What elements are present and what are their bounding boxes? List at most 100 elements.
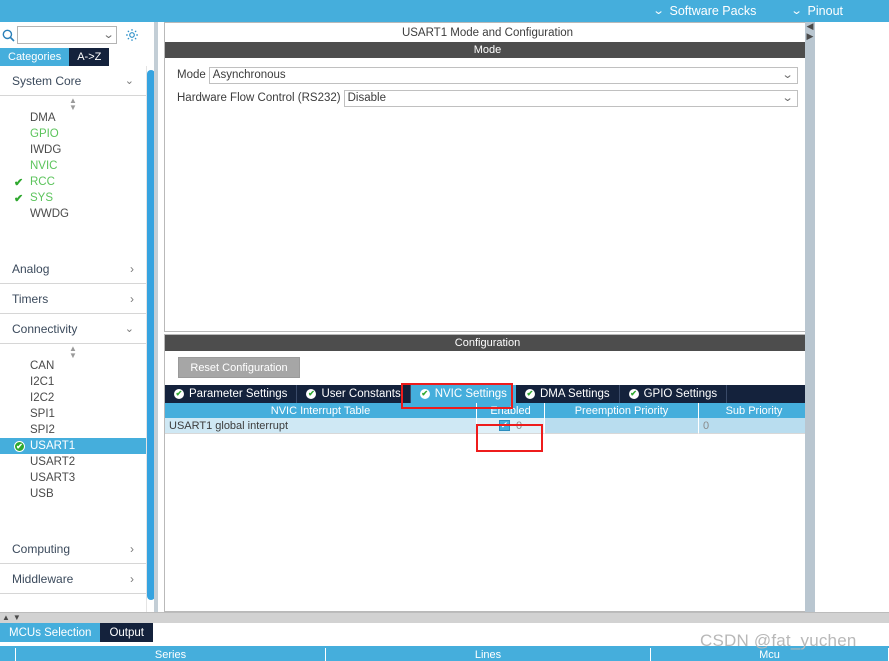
sidebar-group-middleware[interactable]: Middleware ›	[0, 564, 146, 594]
tab-label: DMA Settings	[539, 388, 610, 400]
column-header-sub-priority[interactable]: Sub Priority	[699, 403, 810, 418]
sidebar-group-computing[interactable]: Computing ›	[0, 534, 146, 564]
reset-configuration-button[interactable]: Reset Configuration	[178, 357, 300, 378]
sidebar-item-gpio[interactable]: GPIO	[0, 126, 146, 142]
search-icon	[0, 22, 17, 48]
sidebar-group-system-core-items: ▲ ▼ DMA GPIO IWDG NVIC ✔ RCC ✔ SYS WWDG	[0, 96, 146, 254]
sidebar-item-label: SPI2	[30, 424, 55, 436]
scroll-down-icon[interactable]: ▼	[13, 614, 21, 622]
sidebar-group-analog[interactable]: Analog ›	[0, 254, 146, 284]
mode-select[interactable]: Asynchronous ⌄	[208, 66, 798, 84]
scroll-up-icon[interactable]: ▲	[2, 614, 10, 622]
software-packs-menu[interactable]: ⌄ Software Packs	[636, 0, 774, 22]
sidebar-group-label: Computing	[12, 541, 71, 556]
chevron-down-icon[interactable]: ⌄	[781, 91, 793, 104]
sidebar-item-spi2[interactable]: SPI2	[0, 422, 146, 438]
chevron-right-icon: ›	[130, 291, 134, 306]
sidebar-tabs-filler	[109, 48, 158, 66]
sidebar-item-label: I2C2	[30, 392, 55, 404]
sidebar-scrollbar[interactable]	[146, 66, 155, 612]
tab-nvic-settings[interactable]: ✔ NVIC Settings	[410, 385, 516, 403]
chevron-down-icon[interactable]: ⌄	[781, 68, 793, 81]
nvic-interrupt-table: NVIC Interrupt Table Enabled Preemption …	[165, 403, 810, 434]
check-icon: ✔	[14, 176, 24, 189]
enabled-checkbox[interactable]: ✔	[498, 420, 510, 431]
gear-icon[interactable]	[125, 28, 139, 42]
sidebar-group-connectivity[interactable]: Connectivity ⌄	[0, 314, 146, 344]
mode-label: Mode	[177, 69, 206, 81]
flow-control-select[interactable]: Disable ⌄	[343, 89, 798, 107]
column-header-interrupt-table[interactable]: NVIC Interrupt Table	[165, 403, 477, 418]
interrupt-name-cell: USART1 global interrupt	[165, 418, 477, 434]
collapse-left-icon[interactable]: ◀	[805, 21, 815, 31]
tab-categories-label: Categories	[8, 51, 62, 63]
sidebar-item-usart1[interactable]: ✔ USART1	[0, 438, 146, 454]
tab-gpio-settings[interactable]: ✔ GPIO Settings	[619, 385, 728, 403]
preemption-priority-cell[interactable]	[545, 418, 699, 434]
column-header-series[interactable]: Series	[16, 648, 326, 661]
sidebar-item-label: USART1	[30, 440, 76, 452]
category-list: System Core ⌄ ▲ ▼ DMA GPIO IWDG NVIC ✔ R…	[0, 66, 146, 612]
column-header-lines[interactable]: Lines	[326, 648, 651, 661]
tab-categories[interactable]: Categories	[0, 48, 70, 66]
right-splitter[interactable]: ◀ ▶	[805, 21, 815, 612]
mode-panel: USART1 Mode and Configuration Mode Mode …	[164, 22, 811, 332]
tab-mcus-selection[interactable]: MCUs Selection	[0, 623, 101, 642]
sidebar-item-label: SYS	[30, 192, 54, 204]
sidebar-item-usb[interactable]: USB	[0, 486, 146, 502]
search-combobox[interactable]: ⌄	[17, 26, 117, 44]
chevron-down-icon: ⌄	[790, 4, 804, 17]
bottom-tabs: MCUs Selection Output	[0, 623, 889, 642]
column-header-mcu[interactable]: Mcu	[651, 648, 889, 661]
tab-dma-settings[interactable]: ✔ DMA Settings	[515, 385, 620, 403]
sidebar-group-system-core[interactable]: System Core ⌄	[0, 66, 146, 96]
enabled-cell[interactable]: ✔ 0	[477, 418, 545, 434]
sidebar-item-usart3[interactable]: USART3	[0, 470, 146, 486]
column-header-preemption[interactable]: Preemption Priority	[545, 403, 699, 418]
column-header-enabled[interactable]: Enabled	[477, 403, 545, 418]
tab-label: NVIC Settings	[434, 388, 507, 400]
scroll-spinner-icon[interactable]: ▲ ▼	[0, 96, 146, 111]
sidebar-group-timers[interactable]: Timers ›	[0, 284, 146, 314]
tab-user-constants[interactable]: ✔ User Constants	[297, 385, 411, 403]
sidebar-item-i2c1[interactable]: I2C1	[0, 374, 146, 390]
mcu-table-header: Series Lines Mcu	[0, 646, 889, 661]
sidebar-item-spi1[interactable]: SPI1	[0, 406, 146, 422]
sidebar-item-label: RCC	[30, 176, 55, 188]
preemption-inline-value: 0	[515, 419, 523, 432]
chevron-down-icon: ⌄	[652, 4, 666, 17]
sidebar-item-label: WWDG	[30, 208, 69, 220]
top-toolbar: ⌄ Software Packs ⌄ Pinout	[0, 0, 889, 22]
sidebar-group-connectivity-items: ▲ ▼ CAN I2C1 I2C2 SPI1 SPI2 ✔ USART1 USA…	[0, 344, 146, 534]
expand-right-icon[interactable]: ▶	[805, 31, 815, 41]
table-row[interactable]: USART1 global interrupt ✔ 0 0	[165, 418, 810, 434]
tab-parameter-settings[interactable]: ✔ Parameter Settings	[165, 385, 298, 403]
sidebar-item-usart2[interactable]: USART2	[0, 454, 146, 470]
configuration-panel: Configuration Reset Configuration ✔ Para…	[164, 334, 811, 612]
scroll-spinner-icon[interactable]: ▲ ▼	[0, 344, 146, 359]
bottom-splitter[interactable]: ▲ ▼	[0, 612, 889, 623]
sidebar-item-sys[interactable]: ✔ SYS	[0, 190, 146, 206]
tab-a-to-z[interactable]: A->Z	[69, 48, 110, 66]
sidebar-item-iwdg[interactable]: IWDG	[0, 142, 146, 158]
sidebar-item-rcc[interactable]: ✔ RCC	[0, 174, 146, 190]
check-circle-icon: ✔	[14, 440, 25, 452]
tab-label: Output	[109, 626, 144, 639]
check-circle-icon: ✔	[306, 389, 317, 399]
sidebar-item-dma[interactable]: DMA	[0, 110, 146, 126]
sidebar-item-nvic[interactable]: NVIC	[0, 158, 146, 174]
sub-priority-cell[interactable]: 0	[699, 418, 810, 434]
flow-control-label: Hardware Flow Control (RS232)	[177, 92, 341, 104]
sidebar-item-label: USART3	[30, 472, 76, 484]
tab-output[interactable]: Output	[100, 623, 153, 642]
sidebar-item-wwdg[interactable]: WWDG	[0, 206, 146, 222]
pinout-menu[interactable]: ⌄ Pinout	[774, 0, 861, 22]
chevron-down-icon[interactable]: ⌄	[102, 28, 114, 41]
sidebar-item-i2c2[interactable]: I2C2	[0, 390, 146, 406]
sidebar-view-tabs: Categories A->Z	[0, 48, 158, 66]
chevron-down-icon: ⌄	[124, 323, 134, 335]
sidebar-item-can[interactable]: CAN	[0, 358, 146, 374]
sidebar-search-row: ⌄	[0, 22, 158, 48]
search-input[interactable]	[18, 27, 100, 43]
mode-value: Asynchronous	[212, 69, 286, 81]
